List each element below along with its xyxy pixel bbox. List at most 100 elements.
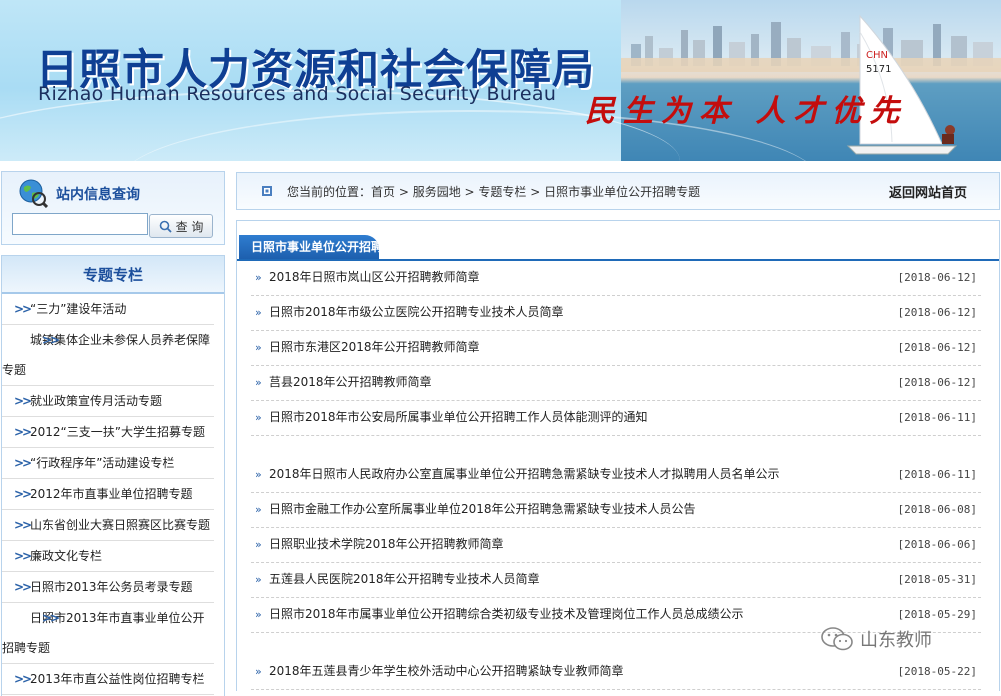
search-icon [159, 220, 172, 233]
topic-label: 廉政文化专栏 [30, 549, 103, 563]
news-date: [2018-06-11] [897, 468, 977, 481]
globe-icon [19, 179, 48, 208]
news-date: [2018-06-12] [897, 271, 977, 284]
sail-number: 5171 [866, 64, 891, 75]
news-date: [2018-06-12] [897, 376, 977, 389]
section-tab-bar: 日照市事业单位公开招聘 [237, 235, 999, 261]
breadcrumb-item-current[interactable]: 日照市事业单位公开招聘专题 [544, 185, 700, 199]
topic-label: 2012年市直事业单位招聘专题 [30, 487, 193, 501]
breadcrumb-item-topics[interactable]: 专题专栏 [478, 185, 526, 199]
news-item[interactable]: » 日照职业技术学院2018年公开招聘教师简章 [2018-06-06] [251, 528, 981, 563]
double-chevron-icon: >> [14, 549, 32, 563]
news-title[interactable]: 日照市2018年市属事业单位公开招聘综合类初级专业技术及管理岗位工作人员总成绩公… [269, 607, 744, 621]
topic-item[interactable]: >> 廉政文化专栏 [2, 541, 214, 572]
search-button[interactable]: 查 询 [149, 214, 213, 238]
news-title[interactable]: 日照市金融工作办公室所属事业单位2018年公开招聘急需紧缺专业技术人员公告 [269, 502, 696, 516]
bullet-icon: » [255, 608, 262, 621]
bullet-icon: » [255, 468, 262, 481]
topic-item[interactable]: >> 日照市2013年公务员考录专题 [2, 572, 214, 603]
news-item[interactable]: » 莒县2018年公开招聘教师简章 [2018-06-12] [251, 366, 981, 401]
news-title[interactable]: 日照市东港区2018年公开招聘教师简章 [269, 340, 480, 354]
breadcrumb-item-home[interactable]: 首页 [371, 185, 395, 199]
news-date: [2018-06-06] [897, 538, 977, 551]
news-item[interactable]: » 日照市东港区2018年公开招聘教师简章 [2018-06-12] [251, 331, 981, 366]
bullet-icon: » [255, 341, 262, 354]
news-date: [2018-05-22] [897, 665, 977, 678]
news-date: [2018-05-31] [897, 573, 977, 586]
topic-label: 2012“三支一扶”大学生招募专题 [30, 425, 205, 439]
topic-label: 山东省创业大赛日照赛区比赛专题 [30, 518, 211, 532]
topic-label: 日照市2013年公务员考录专题 [30, 580, 193, 594]
news-date: [2018-06-08] [897, 503, 977, 516]
bullet-icon: » [255, 573, 262, 586]
double-chevron-icon: >> [14, 456, 32, 470]
location-icon [262, 186, 272, 196]
news-item[interactable]: » 2018年日照市岚山区公开招聘教师简章 [2018-06-12] [251, 261, 981, 296]
news-title[interactable]: 2018年日照市岚山区公开招聘教师简章 [269, 270, 480, 284]
bullet-icon: » [255, 665, 262, 678]
back-home-link[interactable]: 返回网站首页 [889, 182, 967, 201]
topics-list: >> “三力”建设年活动 >> 城镇集体企业未参保人员养老保障专题 >> 就业政策宣传… [2, 294, 224, 695]
sail-marking: CHN [866, 50, 888, 61]
breadcrumb: 您当前的位置：首页 > 服务园地 > 专题专栏 > 日照市事业单位公开招聘专题 [287, 183, 700, 200]
news-item[interactable]: » 五莲县人民医院2018年公开招聘专业技术人员简章 [2018-05-31] [251, 563, 981, 598]
news-title[interactable]: 日照市2018年市级公立医院公开招聘专业技术人员简章 [269, 305, 564, 319]
topic-item[interactable]: >> 2012“三支一扶”大学生招募专题 [2, 417, 214, 448]
news-item[interactable]: » 2018年日照市人民政府办公室直属事业单位公开招聘急需紧缺专业技术人才拟聘用人… [251, 458, 981, 493]
breadcrumb-item-service[interactable]: 服务园地 [413, 185, 461, 199]
topic-item[interactable]: >> 2013年市直公益性岗位招聘专栏 [2, 664, 214, 695]
topic-item[interactable]: >> “行政程序年”活动建设专栏 [2, 448, 214, 479]
topic-item[interactable]: >> “三力”建设年活动 [2, 294, 214, 325]
news-item[interactable]: » 2018年五莲县青少年学生校外活动中心公开招聘紧缺专业教师简章 [2018-05… [251, 655, 981, 690]
breadcrumb-bar: 您当前的位置：首页 > 服务园地 > 专题专栏 > 日照市事业单位公开招聘专题 … [236, 172, 1000, 210]
tab-recruitment[interactable]: 日照市事业单位公开招聘 [239, 235, 379, 259]
topic-label: 就业政策宣传月活动专题 [30, 394, 163, 408]
news-title[interactable]: 莒县2018年公开招聘教师简章 [269, 375, 432, 389]
site-title-en: Rizhao Human Resources and Social Securi… [38, 83, 557, 105]
topic-item[interactable]: >> 日照市2013年市直事业单位公开招聘专题 [2, 603, 214, 664]
breadcrumb-separator: > [460, 185, 479, 199]
wechat-icon [821, 627, 853, 651]
news-item[interactable]: » 日照市金融工作办公室所属事业单位2018年公开招聘急需紧缺专业技术人员公告 [2… [251, 493, 981, 528]
wechat-watermark: 山东教师 [820, 626, 932, 652]
list-spacer [251, 436, 981, 458]
bullet-icon: » [255, 503, 262, 516]
search-input[interactable] [12, 213, 148, 235]
double-chevron-icon: >> [14, 580, 32, 594]
news-title[interactable]: 2018年日照市人民政府办公室直属事业单位公开招聘急需紧缺专业技术人才拟聘用人员… [269, 467, 780, 481]
double-chevron-icon: >> [42, 333, 60, 347]
slogan: 民生为本 人才优先 [585, 94, 908, 129]
bullet-icon: » [255, 538, 262, 551]
topic-label: “行政程序年”活动建设专栏 [30, 456, 175, 470]
bullet-icon: » [255, 271, 262, 284]
double-chevron-icon: >> [14, 425, 32, 439]
double-chevron-icon: >> [14, 487, 32, 501]
news-title[interactable]: 日照市2018年市公安局所属事业单位公开招聘工作人员体能测评的通知 [269, 410, 648, 424]
news-item[interactable]: » 日照市2018年市级公立医院公开招聘专业技术人员简章 [2018-06-12] [251, 296, 981, 331]
double-chevron-icon: >> [14, 302, 32, 316]
topic-item[interactable]: >> 城镇集体企业未参保人员养老保障专题 [2, 325, 214, 386]
news-item[interactable]: » 日照市2018年市公安局所属事业单位公开招聘工作人员体能测评的通知 [2018-… [251, 401, 981, 436]
watermark-label: 山东教师 [860, 630, 932, 651]
double-chevron-icon: >> [14, 394, 32, 408]
double-chevron-icon: >> [14, 672, 32, 686]
news-date: [2018-06-11] [897, 411, 977, 424]
news-date: [2018-06-12] [897, 341, 977, 354]
bullet-icon: » [255, 411, 262, 424]
news-title[interactable]: 2018年五莲县青少年学生校外活动中心公开招聘紧缺专业教师简章 [269, 664, 624, 678]
site-banner: CHN 5171 日照市人力资源和社会保障局 Rizhao Human Reso… [0, 0, 1001, 161]
topic-item[interactable]: >> 2012年市直事业单位招聘专题 [2, 479, 214, 510]
topic-item[interactable]: >> 就业政策宣传月活动专题 [2, 386, 214, 417]
search-button-label: 查 询 [175, 219, 204, 234]
news-title[interactable]: 五莲县人民医院2018年公开招聘专业技术人员简章 [269, 572, 540, 586]
breadcrumb-prefix: 您当前的位置： [287, 185, 372, 199]
double-chevron-icon: >> [42, 611, 60, 625]
breadcrumb-separator: > [395, 185, 413, 199]
topic-item[interactable]: >> 山东省创业大赛日照赛区比赛专题 [2, 510, 214, 541]
topics-panel: 专题专栏 >> “三力”建设年活动 >> 城镇集体企业未参保人员养老保障专题 >> 就… [1, 255, 225, 696]
news-title[interactable]: 日照职业技术学院2018年公开招聘教师简章 [269, 537, 504, 551]
search-title: 站内信息查询 [56, 187, 140, 203]
site-search-panel: 站内信息查询 查 询 [1, 171, 225, 245]
topics-header: 专题专栏 [2, 256, 224, 294]
breadcrumb-separator: > [526, 185, 545, 199]
